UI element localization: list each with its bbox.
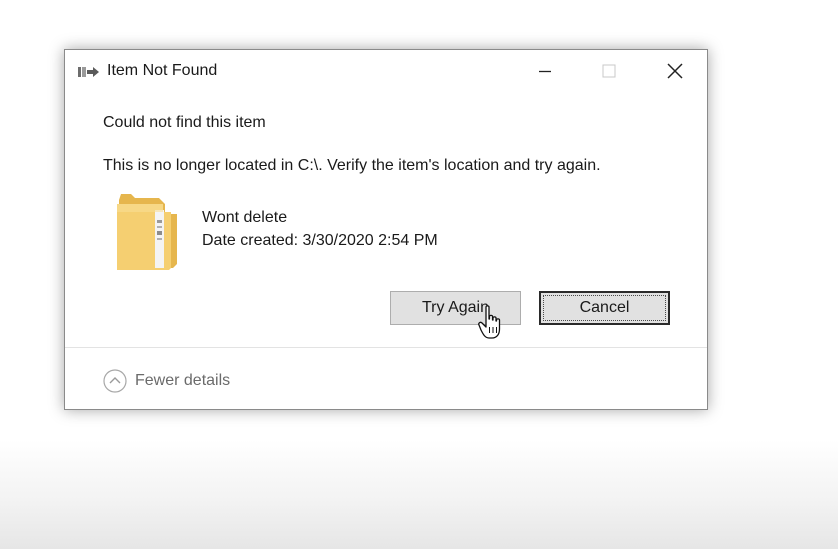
item-name: Wont delete — [202, 209, 288, 226]
cancel-button[interactable]: Cancel — [539, 291, 670, 325]
item-date-created: Date created: 3/30/2020 2:54 PM — [202, 232, 438, 249]
maximize-icon — [602, 64, 616, 78]
details-divider — [65, 347, 707, 348]
item-not-found-dialog: Item Not Found Could not find this item … — [64, 49, 708, 410]
maximize-button — [586, 50, 632, 92]
dialog-message: This is no longer located in C:\. Verify… — [103, 157, 601, 174]
title-bar[interactable]: Item Not Found — [65, 50, 707, 92]
minimize-button[interactable] — [522, 50, 568, 92]
dialog-heading: Could not find this item — [103, 114, 266, 131]
cancel-label: Cancel — [579, 299, 630, 316]
hand-cursor-icon — [478, 305, 501, 339]
close-button[interactable] — [652, 50, 698, 92]
file-move-icon — [78, 67, 99, 77]
minimize-icon — [539, 70, 551, 73]
chevron-up-circle-icon — [103, 369, 127, 393]
fewer-details-toggle[interactable]: Fewer details — [103, 368, 230, 394]
dialog-title: Item Not Found — [107, 62, 218, 79]
fewer-details-label: Fewer details — [135, 372, 231, 389]
folder-icon — [117, 194, 177, 270]
close-icon — [667, 63, 683, 79]
